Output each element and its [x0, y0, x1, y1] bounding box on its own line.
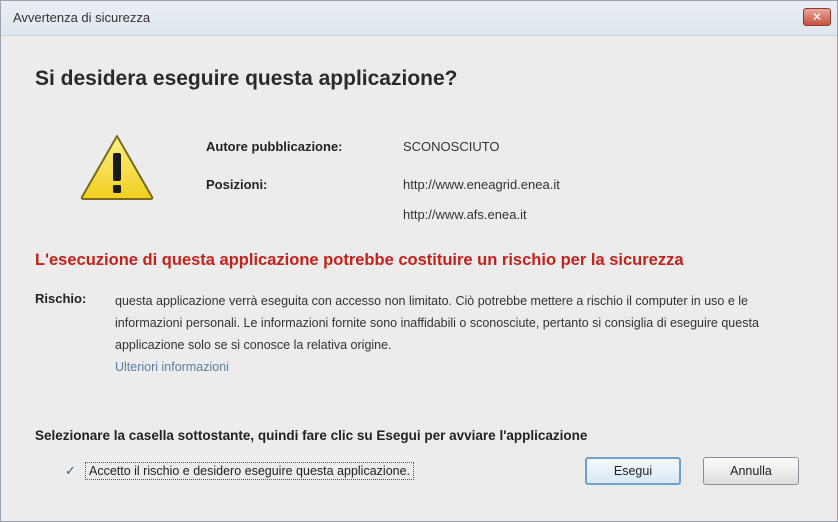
more-info-link[interactable]: Ulteriori informazioni [115, 360, 229, 374]
location-item: http://www.eneagrid.enea.it [403, 177, 560, 192]
accept-risk-checkbox[interactable]: ✓ Accetto il rischio e desidero eseguire… [65, 461, 415, 481]
security-warning-dialog: Avvertenza di sicurezza ✕ Si desidera es… [0, 0, 838, 522]
warning-icon [80, 135, 154, 200]
publisher-label: Autore pubblicazione: [206, 139, 343, 154]
title-bar: Avvertenza di sicurezza ✕ [1, 1, 837, 36]
risk-label: Rischio: [35, 291, 87, 306]
dialog-heading: Si desidera eseguire questa applicazione… [35, 67, 458, 90]
location-item: http://www.afs.enea.it [403, 207, 527, 222]
cancel-button[interactable]: Annulla [703, 457, 799, 485]
checkmark-icon: ✓ [65, 463, 76, 478]
locations-label: Posizioni: [206, 177, 268, 192]
accept-risk-label[interactable]: Accetto il rischio e desidero eseguire q… [85, 462, 415, 480]
run-button[interactable]: Esegui [585, 457, 681, 485]
instruction-text: Selezionare la casella sottostante, quin… [35, 428, 588, 443]
close-button[interactable]: ✕ [803, 8, 831, 26]
publisher-value: SCONOSCIUTO [403, 139, 500, 154]
risk-description: questa applicazione verrà eseguita con a… [115, 294, 759, 352]
security-risk-warning: L'esecuzione di questa applicazione potr… [35, 251, 684, 269]
window-title: Avvertenza di sicurezza [13, 10, 151, 25]
